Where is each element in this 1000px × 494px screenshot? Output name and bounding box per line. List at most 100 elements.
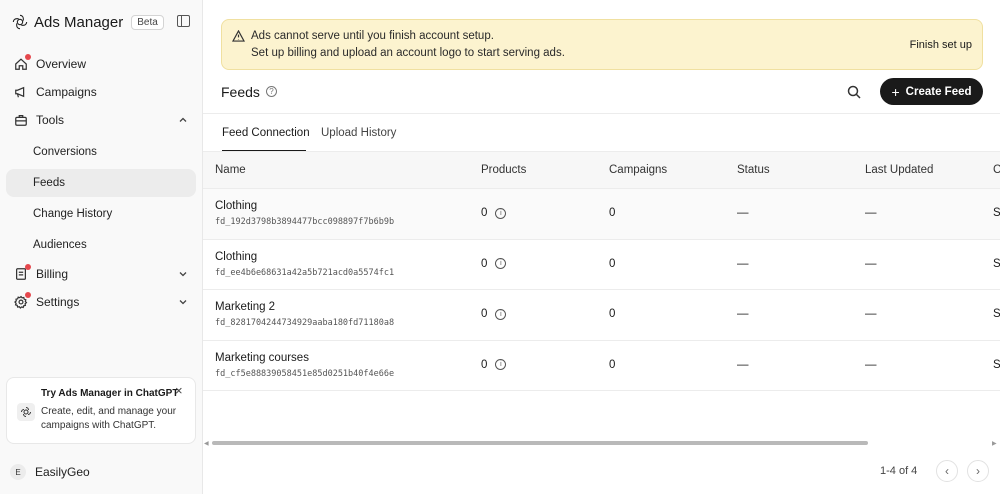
sidebar-item-label: Campaigns (36, 85, 97, 99)
products-count: 0 (481, 358, 488, 371)
notification-dot (25, 292, 31, 298)
table-header: Name Products Campaigns Status Last Upda… (203, 151, 1000, 189)
column-header-status[interactable]: Status (737, 164, 770, 176)
info-icon[interactable]: i (495, 258, 507, 269)
info-icon[interactable]: i (495, 308, 507, 320)
notification-dot (25, 54, 31, 60)
feed-name: Clothing (215, 200, 258, 212)
table-row[interactable]: Clothing fd_ee4b6e68631a42a5b721acd0a557… (203, 240, 1000, 290)
feed-id: fd_cf5e88839058451e85d0251b40f4e66e (215, 368, 395, 379)
campaigns-count: 0 (609, 358, 616, 371)
sidebar-item-label: Settings (36, 295, 80, 309)
search-icon[interactable] (846, 84, 862, 100)
account-name: EasilyGeo (35, 465, 90, 479)
create-feed-label: Create Feed (905, 85, 972, 98)
feed-id: fd_8281704244734929aaba180fd71180a8 (215, 318, 395, 328)
next-page-button[interactable]: › (967, 460, 989, 482)
feed-name: Clothing (215, 250, 258, 263)
sidebar-toggle-icon[interactable] (177, 15, 190, 27)
last-updated-value: — (865, 207, 877, 219)
create-feed-button[interactable]: + Create Feed (880, 78, 983, 105)
chevron-down-icon (179, 272, 187, 277)
tab-feed-connection[interactable]: Feed Connection (222, 127, 310, 139)
status-value: — (737, 358, 749, 371)
beta-badge: Beta (131, 14, 164, 30)
clipped-cell: S (993, 308, 1000, 320)
last-updated-value: — (865, 358, 877, 371)
campaigns-count: 0 (609, 207, 616, 219)
warning-icon (232, 30, 245, 42)
column-header-clipped[interactable]: C (993, 164, 1000, 176)
page-title: Feeds (221, 84, 260, 100)
column-header-name[interactable]: Name (215, 164, 246, 176)
sidebar-item-billing[interactable]: Billing (6, 260, 196, 288)
scroll-right-arrow-icon[interactable]: ▶ (992, 440, 997, 447)
sidebar-item-tools[interactable]: Tools (6, 106, 196, 134)
promo-title: Try Ads Manager in ChatGPT (41, 388, 179, 399)
products-cell: 0i (481, 358, 507, 371)
info-icon[interactable]: ? (266, 86, 277, 97)
sidebar-item-campaigns[interactable]: Campaigns (6, 78, 196, 106)
feed-name: Marketing courses (215, 351, 309, 364)
clipped-cell: S (993, 207, 1000, 219)
tab-bar: Feed Connection Upload History (203, 113, 1000, 152)
app-title: Ads Manager (34, 13, 124, 31)
last-updated-value: — (865, 308, 877, 320)
feed-name: Marketing 2 (215, 301, 276, 313)
status-value: — (737, 207, 749, 219)
setup-alert-banner: Ads cannot serve until you finish accoun… (221, 19, 983, 70)
tab-upload-history[interactable]: Upload History (321, 127, 396, 139)
feed-id: fd_ee4b6e68631a42a5b721acd0a5574fc1 (215, 267, 395, 278)
home-icon (14, 54, 31, 71)
sidebar-item-conversions[interactable]: Conversions (6, 138, 196, 166)
toolbox-icon (14, 113, 28, 127)
chatgpt-promo-card: Try Ads Manager in ChatGPT Create, edit,… (6, 377, 196, 444)
finish-setup-button[interactable]: Finish set up (910, 39, 972, 51)
column-header-products[interactable]: Products (481, 164, 526, 176)
products-count: 0 (481, 207, 488, 219)
products-cell: 0i (481, 207, 507, 219)
pagination-label: 1-4 of 4 (880, 465, 918, 477)
feeds-table: Name Products Campaigns Status Last Upda… (203, 151, 1000, 391)
sidebar-item-label: Billing (36, 267, 69, 281)
products-count: 0 (481, 308, 488, 320)
sidebar: Ads Manager Beta Overview Campaigns Tool… (0, 0, 203, 494)
sidebar-item-feeds[interactable]: Feeds (6, 169, 196, 197)
info-icon[interactable]: i (495, 207, 507, 219)
scroll-left-arrow-icon[interactable]: ◀ (204, 440, 209, 447)
sidebar-item-settings[interactable]: Settings (6, 288, 196, 316)
column-header-campaigns[interactable]: Campaigns (609, 164, 667, 176)
campaigns-count: 0 (609, 257, 616, 270)
table-row[interactable]: Marketing courses fd_cf5e88839058451e85d… (203, 341, 1000, 391)
horizontal-scrollbar[interactable] (212, 441, 868, 445)
sidebar-item-label: Tools (36, 113, 65, 127)
table-row[interactable]: Marketing 2 fd_8281704244734929aaba180fd… (203, 290, 1000, 341)
promo-body: Create, edit, and manage your campaigns … (41, 406, 177, 431)
sidebar-item-overview[interactable]: Overview (6, 50, 196, 78)
products-cell: 0i (481, 257, 507, 270)
products-count: 0 (481, 257, 488, 270)
chatgpt-icon (17, 403, 35, 421)
avatar: E (10, 464, 26, 480)
close-icon[interactable]: × (175, 383, 183, 398)
account-switcher[interactable]: E EasilyGeo (10, 464, 90, 480)
products-cell: 0i (481, 308, 507, 320)
sidebar-item-change-history[interactable]: Change History (6, 200, 196, 228)
previous-page-button[interactable]: ‹ (936, 460, 958, 482)
gear-icon (14, 292, 31, 309)
table-row[interactable]: Clothing fd_192d3798b3894477bcc098897f7b… (203, 189, 1000, 240)
chevron-down-icon (179, 300, 187, 305)
notification-dot (25, 264, 31, 270)
status-value: — (737, 308, 749, 320)
column-header-last-updated[interactable]: Last Updated (865, 164, 933, 176)
info-icon[interactable]: i (495, 359, 507, 370)
sidebar-item-audiences[interactable]: Audiences (6, 231, 196, 259)
megaphone-icon (14, 85, 28, 99)
receipt-icon (14, 264, 31, 281)
status-value: — (737, 257, 749, 270)
last-updated-value: — (865, 257, 877, 270)
plus-icon: + (891, 83, 900, 100)
brand[interactable]: Ads Manager Beta (12, 12, 164, 32)
chevron-up-icon (179, 117, 187, 122)
openai-logo-icon (12, 14, 28, 30)
